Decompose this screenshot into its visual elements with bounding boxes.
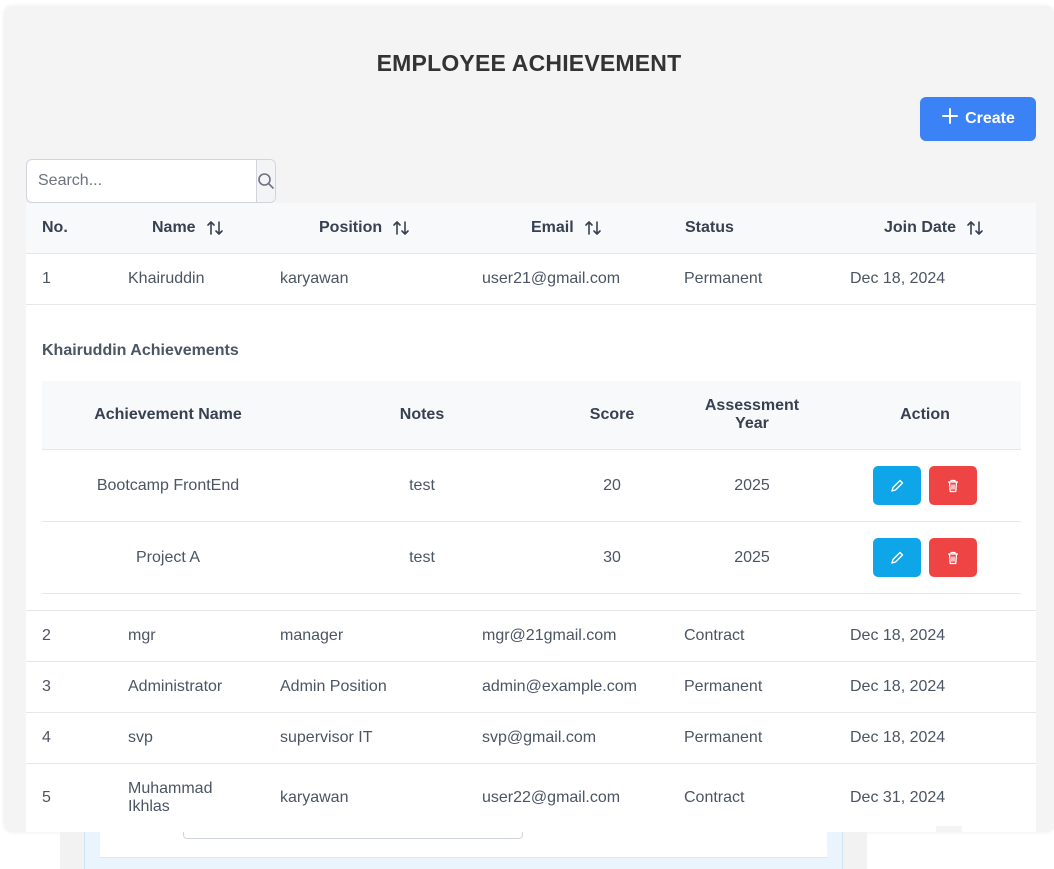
- achievement-score: 20: [603, 477, 621, 494]
- cell-position: karyawan: [280, 270, 349, 287]
- cell-no: 1: [42, 270, 51, 287]
- edit-button[interactable]: [873, 466, 921, 505]
- cell-email: user22@gmail.com: [482, 789, 621, 806]
- cell-status: Permanent: [684, 729, 763, 746]
- col-join-date-label: Join Date: [884, 219, 957, 236]
- cell-position: manager: [280, 627, 344, 644]
- cell-email: user21@gmail.com: [482, 270, 621, 287]
- create-button[interactable]: Create: [920, 97, 1036, 141]
- cell-join-date: Dec 18, 2024: [850, 627, 946, 644]
- cell-name-line1: Muhammad: [128, 780, 213, 797]
- table-row[interactable]: 1 Khairuddin karyawan user21@gmail.com P…: [26, 254, 1036, 305]
- col-score: Score: [589, 406, 635, 423]
- table-row[interactable]: 3 Administrator Admin Position admin@exa…: [26, 662, 1036, 713]
- table-row[interactable]: 5 Muhammad Ikhlas karyawan user22@gmail.…: [26, 764, 1036, 832]
- achievement-notes: test: [409, 549, 435, 566]
- cell-status: Contract: [684, 789, 745, 806]
- sort-icon[interactable]: [392, 219, 410, 237]
- achievement-card: EMPLOYEE ACHIEVEMENT Create No. Name Pos…: [4, 6, 1054, 832]
- achievement-name: Project A: [135, 549, 201, 566]
- cell-join-date: Dec 31, 2024: [850, 789, 946, 806]
- col-assessment-year: Assessment Year: [682, 397, 822, 433]
- achievement-row: Bootcamp FrontEnd test 20 2025: [42, 450, 1021, 522]
- cell-no: 2: [42, 627, 51, 644]
- achievement-year: 2025: [734, 477, 770, 494]
- search-icon: [258, 173, 274, 189]
- cell-email: mgr@21gmail.com: [482, 627, 617, 644]
- trash-icon: [948, 551, 958, 564]
- pencil-icon: [891, 479, 904, 492]
- col-assessment-year-line2: Year: [735, 415, 769, 432]
- col-achievement-name: Achievement Name: [94, 406, 242, 423]
- cell-status: Permanent: [684, 678, 763, 695]
- cell-position: karyawan: [280, 789, 349, 806]
- search-button[interactable]: [256, 160, 275, 202]
- achievement-row: Project A test 30 2025: [42, 522, 1021, 594]
- row-expansion: Khairuddin Achievements Achievement Name…: [26, 305, 1036, 611]
- col-status-label: Status: [685, 219, 734, 236]
- sort-icon[interactable]: [206, 219, 224, 237]
- search-group: [26, 159, 276, 203]
- col-email-label: Email: [531, 219, 574, 236]
- employee-table: No. Name Position Email Status Join Date…: [26, 203, 1036, 832]
- col-name-label: Name: [152, 219, 196, 236]
- cell-position: supervisor IT: [280, 729, 373, 746]
- pencil-icon: [891, 551, 904, 564]
- cell-join-date: Dec 18, 2024: [850, 270, 946, 287]
- edit-button[interactable]: [873, 538, 921, 577]
- create-button-label: Create: [965, 110, 1015, 127]
- cell-join-date: Dec 18, 2024: [850, 729, 946, 746]
- sort-icon[interactable]: [584, 219, 602, 237]
- cell-name: Administrator: [128, 678, 223, 695]
- cell-no: 5: [42, 789, 51, 806]
- search-input[interactable]: [27, 160, 256, 202]
- cell-name: Muhammad Ikhlas: [128, 780, 212, 816]
- achievements-header: Achievement Name Notes Score Assessment …: [42, 381, 1021, 450]
- trash-icon: [948, 479, 958, 492]
- col-name[interactable]: Name: [152, 219, 224, 237]
- cell-no: 4: [42, 729, 51, 746]
- col-no: No.: [42, 219, 68, 237]
- achievement-notes: test: [409, 477, 435, 494]
- achievement-score: 30: [603, 549, 621, 566]
- col-email[interactable]: Email: [531, 219, 602, 237]
- cell-name-line2: Ikhlas: [128, 798, 170, 815]
- col-join-date[interactable]: Join Date: [884, 219, 984, 237]
- col-assessment-year-line1: Assessment: [704, 397, 800, 414]
- page-title: EMPLOYEE ACHIEVEMENT: [376, 50, 682, 76]
- table-row[interactable]: 4 svp supervisor IT svp@gmail.com Perman…: [26, 713, 1036, 764]
- cell-join-date: Dec 18, 2024: [850, 678, 946, 695]
- col-notes: Notes: [399, 406, 445, 423]
- col-status: Status: [685, 219, 734, 237]
- cell-status: Contract: [684, 627, 745, 644]
- table-row[interactable]: 2 mgr manager mgr@21gmail.com Contract D…: [26, 611, 1036, 662]
- col-position[interactable]: Position: [319, 219, 410, 237]
- cell-position: Admin Position: [280, 678, 387, 695]
- cell-no: 3: [42, 678, 51, 695]
- underlying-form-field: [183, 832, 523, 839]
- delete-button[interactable]: [929, 538, 977, 577]
- col-position-label: Position: [319, 219, 383, 236]
- achievement-year: 2025: [734, 549, 770, 566]
- sort-icon[interactable]: [966, 219, 984, 237]
- cell-status: Permanent: [684, 270, 763, 287]
- achievements-title: Khairuddin Achievements: [42, 342, 239, 359]
- cell-email: admin@example.com: [482, 678, 637, 695]
- delete-button[interactable]: [929, 466, 977, 505]
- col-no-label: No.: [42, 219, 68, 236]
- achievement-name: Bootcamp FrontEnd: [96, 477, 240, 494]
- cell-email: svp@gmail.com: [482, 729, 597, 746]
- col-action: Action: [900, 406, 950, 423]
- underlying-edge: [936, 826, 962, 832]
- plus-icon: [941, 107, 959, 129]
- cell-name: Khairuddin: [128, 270, 205, 287]
- cell-name: mgr: [128, 627, 156, 644]
- cell-name: svp: [128, 729, 153, 746]
- table-header: No. Name Position Email Status Join Date: [26, 203, 1036, 254]
